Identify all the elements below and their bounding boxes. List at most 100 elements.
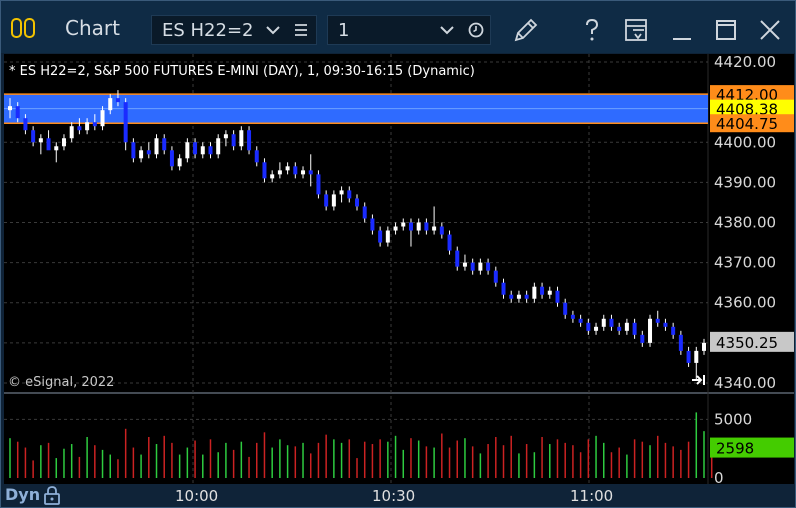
candle-body xyxy=(193,142,198,155)
candle-body xyxy=(139,150,144,159)
candle-body xyxy=(385,230,390,243)
candle-body xyxy=(655,318,660,323)
candle-body xyxy=(262,162,267,179)
price-flag-label: 4404.75 xyxy=(716,115,778,133)
candle-body xyxy=(108,98,113,111)
candle-body xyxy=(285,166,290,171)
candle-body xyxy=(38,138,43,143)
candle-body xyxy=(200,146,205,155)
interval-value: 1 xyxy=(338,20,350,41)
candle-body xyxy=(370,218,375,231)
candle-body xyxy=(493,270,498,283)
candle-body xyxy=(547,290,552,295)
candle-body xyxy=(92,122,97,127)
candle-body xyxy=(601,318,606,327)
candle-body xyxy=(223,134,228,139)
dynamic-mode-label[interactable]: Dyn xyxy=(5,485,40,504)
candle-body xyxy=(563,302,568,315)
candle-body xyxy=(678,334,683,351)
candle-body xyxy=(501,282,506,295)
candle-body xyxy=(123,102,128,143)
candle-body xyxy=(293,166,298,175)
time-label: 11:00 xyxy=(570,487,614,505)
pencil-icon[interactable] xyxy=(511,15,541,45)
scroll-end-icon[interactable] xyxy=(692,375,705,385)
candle-body xyxy=(555,290,560,303)
candle-body xyxy=(231,134,236,147)
candle-body xyxy=(15,106,20,119)
candle-body xyxy=(648,318,653,343)
y-tick-label: 4400.00 xyxy=(714,133,776,151)
symbol-input[interactable]: ES H22=2 xyxy=(151,15,317,45)
last-price-label: 4350.25 xyxy=(716,334,778,352)
candle-body xyxy=(516,294,521,299)
menu-list-icon[interactable] xyxy=(294,23,308,37)
title-bar: Chart ES H22=2 1 xyxy=(1,1,795,53)
candle-body xyxy=(486,262,491,271)
clock-icon[interactable] xyxy=(468,22,484,38)
help-icon[interactable] xyxy=(577,15,607,45)
candle-body xyxy=(462,262,467,267)
candle-body xyxy=(216,138,221,155)
candle-body xyxy=(671,326,676,335)
candle-body xyxy=(640,334,645,343)
candle-body xyxy=(686,350,691,363)
candle-body xyxy=(270,174,275,179)
app-logo-icon xyxy=(11,18,35,38)
candle-body xyxy=(594,326,599,331)
y-tick-label: 4420.00 xyxy=(714,54,776,71)
minimize-icon[interactable] xyxy=(667,15,697,45)
candle-body xyxy=(362,206,367,219)
candle-body xyxy=(609,318,614,327)
candle-body xyxy=(339,190,344,195)
candle-body xyxy=(177,158,182,167)
candle-body xyxy=(54,146,59,151)
watermark: © eSignal, 2022 xyxy=(8,375,114,390)
candle-body xyxy=(702,342,706,351)
volume-tick-label: 5000 xyxy=(714,410,752,428)
candle-body xyxy=(31,130,36,143)
y-tick-label: 4370.00 xyxy=(714,254,776,272)
y-tick-label: 4340.00 xyxy=(714,374,776,392)
candle-body xyxy=(331,194,336,207)
candle-body xyxy=(570,314,575,319)
chart-window: Chart ES H22=2 1 4420.004410.004400.0043… xyxy=(0,0,796,508)
volume-tick-label: 0 xyxy=(714,469,724,484)
price-chart[interactable]: 4420.004410.004400.004390.004380.004370.… xyxy=(4,53,794,487)
candle-body xyxy=(408,222,413,231)
candle-body xyxy=(447,234,452,251)
candle-body xyxy=(355,198,359,207)
interval-input[interactable]: 1 xyxy=(327,15,491,45)
candle-body xyxy=(100,110,105,127)
template-save-icon[interactable] xyxy=(621,15,651,45)
candle-body xyxy=(162,138,167,151)
candle-body xyxy=(239,130,244,147)
candle-body xyxy=(378,230,383,243)
lock-icon[interactable] xyxy=(43,485,61,505)
candle-body xyxy=(540,286,545,295)
candle-body xyxy=(154,138,159,155)
candle-body xyxy=(586,322,591,331)
candle-body xyxy=(131,142,136,159)
y-tick-label: 4380.00 xyxy=(714,214,776,232)
candle-body xyxy=(524,294,529,299)
candle-body xyxy=(324,194,329,207)
close-icon[interactable] xyxy=(755,15,785,45)
volume-last-label: 2598 xyxy=(716,440,754,458)
candle-body xyxy=(254,150,259,163)
candle-body xyxy=(401,222,406,227)
candle-body xyxy=(23,118,28,131)
candle-body xyxy=(617,326,622,331)
candle-body xyxy=(77,126,82,131)
candle-body xyxy=(416,222,421,231)
candle-body xyxy=(146,150,151,155)
chart-area[interactable]: 4420.004410.004400.004390.004380.004370.… xyxy=(4,53,794,487)
candle-body xyxy=(624,322,629,331)
chevron-down-icon[interactable] xyxy=(440,25,454,35)
y-tick-label: 4360.00 xyxy=(714,294,776,312)
maximize-icon[interactable] xyxy=(711,15,741,45)
candle-body xyxy=(694,350,699,363)
chevron-down-icon[interactable] xyxy=(266,25,280,35)
candle-body xyxy=(308,170,313,175)
candle-body xyxy=(46,138,51,151)
